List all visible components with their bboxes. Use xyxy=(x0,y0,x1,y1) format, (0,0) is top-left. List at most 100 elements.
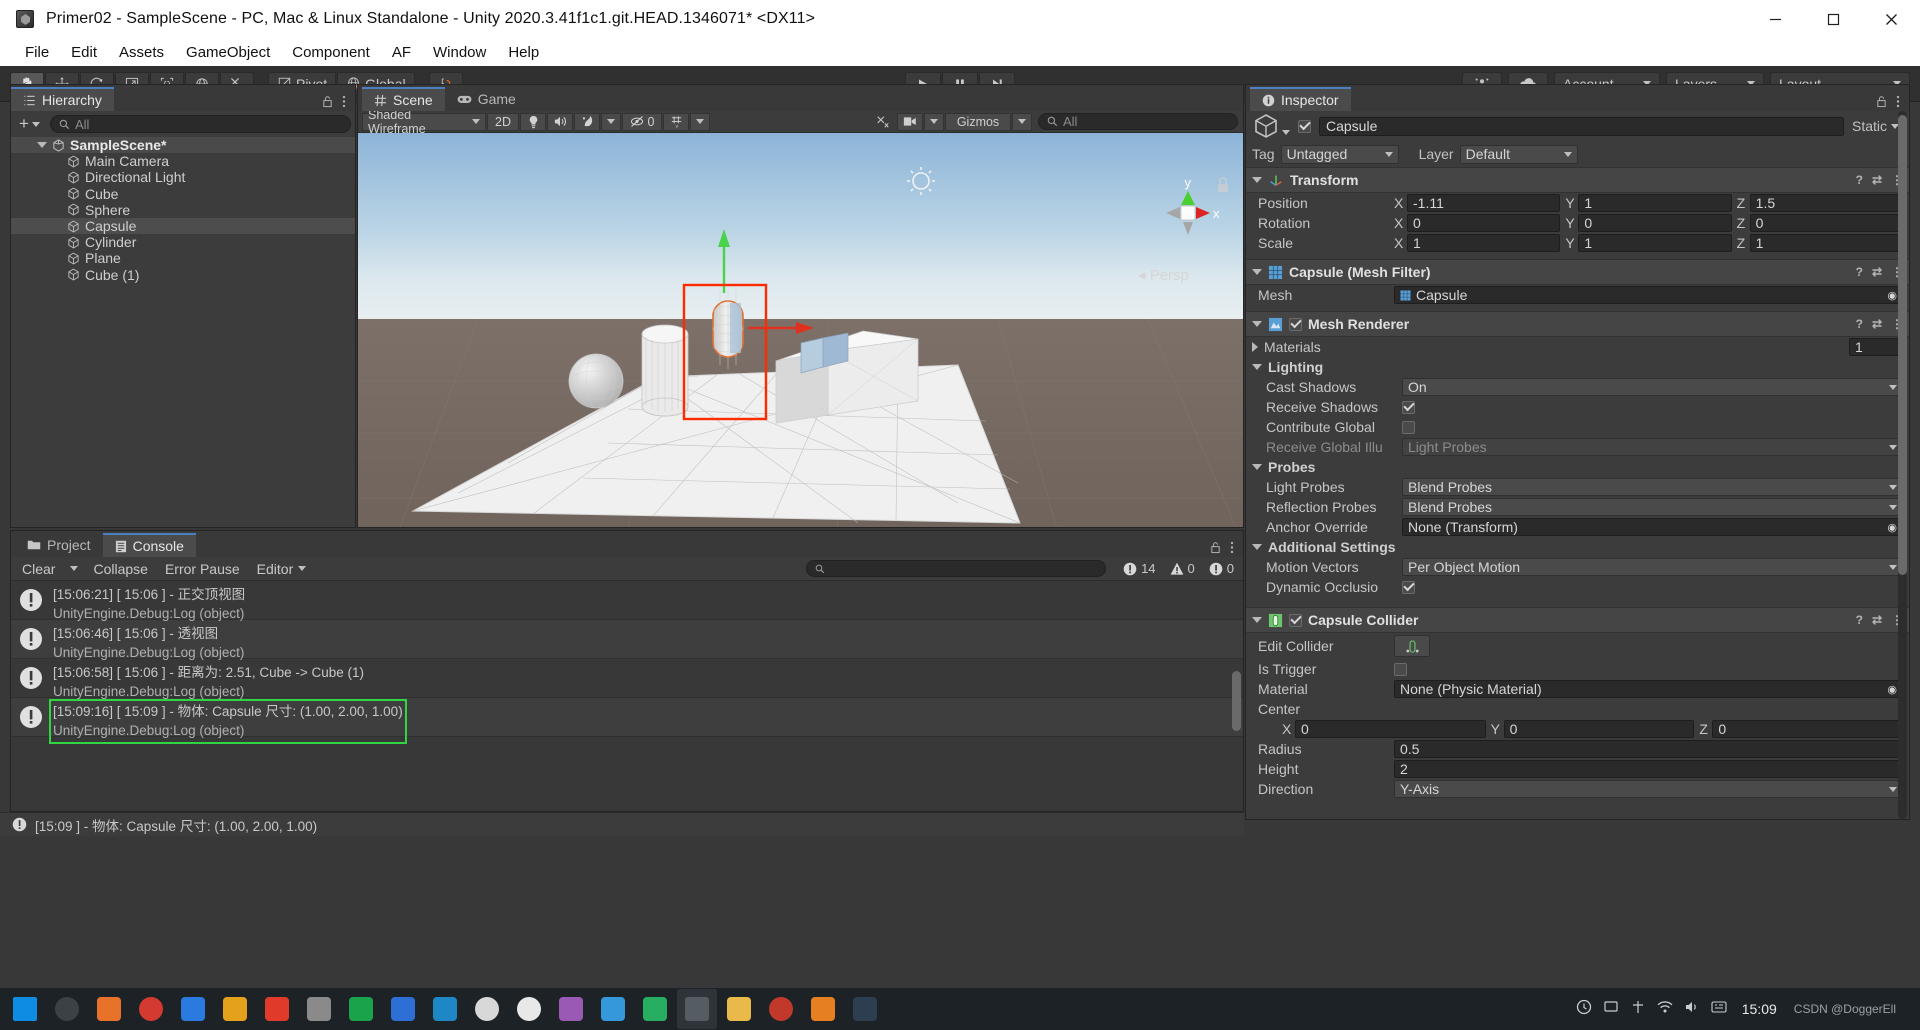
static-toggle[interactable]: Static xyxy=(1852,118,1903,134)
maximize-button[interactable] xyxy=(1804,0,1862,38)
lock-icon[interactable] xyxy=(1210,541,1221,557)
error-pause-toggle[interactable]: Error Pause xyxy=(156,559,248,578)
dynamic-occlusion-checkbox[interactable] xyxy=(1402,580,1415,594)
close-button[interactable] xyxy=(1862,0,1920,38)
tray-icon-1[interactable] xyxy=(1576,999,1592,1019)
lock-icon[interactable] xyxy=(1876,95,1887,111)
taskbar-app-13[interactable] xyxy=(593,989,633,1029)
physic-material-field[interactable]: None (Physic Material) ◉ xyxy=(1394,680,1903,698)
preset-icon[interactable]: ⇄ xyxy=(1872,613,1882,627)
gizmos-dropdown[interactable]: Gizmos xyxy=(945,112,1011,131)
console-log-entry[interactable]: [15:06:58] [ 15:06 ] - 距离为: 2.51, Cube -… xyxy=(11,659,1243,699)
taskbar-app-17[interactable] xyxy=(803,989,843,1029)
taskbar-app-unity[interactable] xyxy=(677,989,717,1029)
foldout-icon[interactable] xyxy=(1252,364,1262,370)
tray-icon-3[interactable] xyxy=(1630,999,1646,1019)
lock-icon[interactable] xyxy=(322,95,333,111)
inspector-icon-caret[interactable] xyxy=(1282,129,1290,135)
error-counter[interactable]: 0 xyxy=(1203,559,1240,578)
gizmos-caret[interactable] xyxy=(1012,112,1032,131)
foldout-icon[interactable] xyxy=(1252,544,1262,550)
tray-volume-icon[interactable] xyxy=(1684,1000,1700,1018)
mesh-object-field[interactable]: Capsule ◉ xyxy=(1394,286,1903,304)
taskbar-search[interactable] xyxy=(47,989,87,1029)
materials-row[interactable]: Materials 1 xyxy=(1246,337,1909,357)
hierarchy-item-main-camera[interactable]: Main Camera xyxy=(11,153,355,169)
taskbar-app-16[interactable] xyxy=(761,989,801,1029)
clear-button[interactable]: Clear xyxy=(14,559,64,578)
panel-menu-icon[interactable] xyxy=(1230,541,1234,557)
contribute-global-checkbox[interactable] xyxy=(1402,420,1415,434)
component-header-capsule-collider[interactable]: Capsule Collider ? ⇄ ⋮ xyxy=(1246,607,1909,633)
additional-settings-title[interactable]: Additional Settings xyxy=(1246,537,1909,557)
position-z[interactable]: Z 1.5 xyxy=(1737,194,1903,212)
scene-grid-toggle[interactable]: y xyxy=(663,112,689,131)
scale-x[interactable]: X1 xyxy=(1394,234,1561,252)
is-trigger-checkbox[interactable] xyxy=(1394,662,1407,676)
height-value[interactable]: 2 xyxy=(1394,760,1903,778)
scale-y[interactable]: Y1 xyxy=(1565,234,1732,252)
foldout-icon[interactable] xyxy=(1252,177,1262,183)
foldout-icon[interactable] xyxy=(1252,269,1262,275)
taskbar-app-14[interactable] xyxy=(635,989,675,1029)
rotation-y[interactable]: Y0 xyxy=(1565,214,1732,232)
scene-fx-dropdown[interactable] xyxy=(574,112,600,131)
tag-dropdown[interactable]: Untagged xyxy=(1280,144,1399,164)
motion-vectors-dropdown[interactable]: Per Object Motion xyxy=(1402,558,1903,576)
menu-edit[interactable]: Edit xyxy=(60,41,108,64)
editor-dropdown[interactable]: Editor xyxy=(248,559,315,578)
shading-mode-dropdown[interactable]: Shaded Wireframe xyxy=(362,108,486,136)
taskbar-app-5[interactable] xyxy=(257,989,297,1029)
hierarchy-item-cube[interactable]: Cube xyxy=(11,186,355,202)
component-header-mesh-renderer[interactable]: Mesh Renderer ? ⇄ ⋮ xyxy=(1246,311,1909,337)
tab-scene[interactable]: Scene xyxy=(362,87,445,111)
menu-assets[interactable]: Assets xyxy=(108,41,175,64)
taskbar-app-4[interactable] xyxy=(215,989,255,1029)
preset-icon[interactable]: ⇄ xyxy=(1872,317,1882,331)
taskbar-app-2[interactable] xyxy=(131,989,171,1029)
edit-collider-button[interactable] xyxy=(1394,635,1430,657)
console-log-entry[interactable]: [15:06:46] [ 15:06 ] - 透视图 UnityEngine.D… xyxy=(11,620,1243,660)
help-icon[interactable]: ? xyxy=(1856,173,1863,187)
console-scroll-thumb[interactable] xyxy=(1232,671,1241,731)
help-icon[interactable]: ? xyxy=(1856,317,1863,331)
menu-component[interactable]: Component xyxy=(281,41,381,64)
tray-input-icon[interactable] xyxy=(1711,1000,1727,1018)
hierarchy-scene-root[interactable]: SampleScene* xyxy=(11,137,355,154)
rotation-z[interactable]: Z0 xyxy=(1737,214,1903,232)
help-icon[interactable]: ? xyxy=(1856,613,1863,627)
center-z[interactable]: Z0 xyxy=(1699,720,1904,738)
tab-console[interactable]: Console xyxy=(102,533,196,557)
taskbar-app-10[interactable] xyxy=(467,989,507,1029)
hierarchy-item-directional-light[interactable]: Directional Light xyxy=(11,169,355,185)
foldout-icon[interactable] xyxy=(1252,464,1262,470)
taskbar-app-11[interactable] xyxy=(509,989,549,1029)
object-name-input[interactable]: Capsule xyxy=(1319,116,1844,136)
scene-camera-caret[interactable] xyxy=(924,112,944,131)
reflection-probes-dropdown[interactable]: Blend Probes xyxy=(1402,498,1903,516)
capsule-collider-enabled-checkbox[interactable] xyxy=(1289,613,1302,627)
menu-af[interactable]: AF xyxy=(381,41,422,64)
scene-fx-caret[interactable] xyxy=(601,112,621,131)
console-log-entry-selected[interactable]: [15:09:16] [ 15:09 ] - 物体: Capsule 尺寸: (… xyxy=(11,698,1243,744)
object-picker-icon[interactable]: ◉ xyxy=(1887,683,1897,696)
position-x[interactable]: X -1.11 xyxy=(1394,194,1561,212)
rotation-x[interactable]: X0 xyxy=(1394,214,1561,232)
tab-inspector[interactable]: Inspector xyxy=(1250,87,1351,111)
taskbar-app-18[interactable] xyxy=(845,989,885,1029)
object-active-checkbox[interactable] xyxy=(1298,119,1311,133)
radius-value[interactable]: 0.5 xyxy=(1394,740,1903,758)
tray-network-icon[interactable] xyxy=(1657,1000,1673,1018)
component-header-transform[interactable]: Transform ? ⇄ ⋮ xyxy=(1246,167,1909,193)
taskbar-app-1[interactable] xyxy=(89,989,129,1029)
taskbar-app-7[interactable] xyxy=(341,989,381,1029)
object-picker-icon[interactable]: ◉ xyxy=(1887,289,1897,302)
taskbar-app-6[interactable] xyxy=(299,989,339,1029)
foldout-icon[interactable] xyxy=(1252,342,1258,352)
toggle-2d-button[interactable]: 2D xyxy=(487,112,519,131)
hierarchy-item-capsule[interactable]: Capsule xyxy=(11,217,355,235)
anchor-override-field[interactable]: None (Transform) ◉ xyxy=(1402,518,1903,536)
hierarchy-item-cube-1[interactable]: Cube (1) xyxy=(11,267,355,283)
taskbar-start-button[interactable] xyxy=(5,989,45,1029)
tab-hierarchy[interactable]: Hierarchy xyxy=(11,87,114,111)
